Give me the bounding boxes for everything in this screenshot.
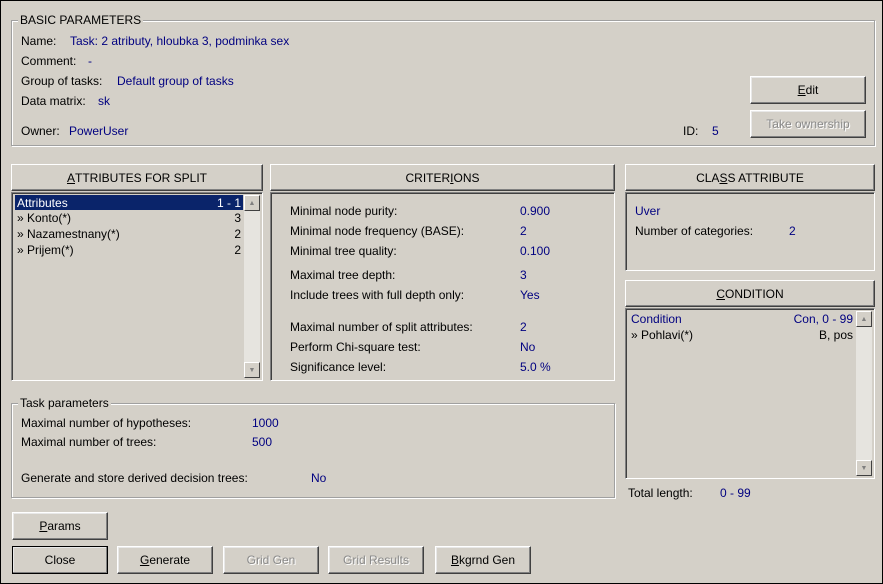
- criterion-value: 0.100: [520, 244, 551, 258]
- attribute-value: 2: [234, 226, 241, 241]
- attribute-name: Attributes: [17, 195, 68, 210]
- take-ownership-button[interactable]: Take ownership: [750, 110, 866, 138]
- attribute-value: 2: [234, 242, 241, 257]
- class-attribute-name: Uver: [635, 204, 661, 218]
- id-label: ID:: [683, 124, 699, 138]
- params-button[interactable]: Params: [12, 512, 108, 540]
- class-attribute-header[interactable]: CLA S S ATTRIBUTE: [625, 164, 875, 191]
- criterions-header-post: ONS: [453, 170, 480, 185]
- condition-scrollbar[interactable]: ▲ ▼: [856, 311, 872, 476]
- attribute-name: » Konto(*): [17, 210, 72, 225]
- grid-gen-button[interactable]: Grid Gen: [223, 546, 319, 574]
- edit-button[interactable]: Edit: [750, 76, 866, 104]
- categories-value: 2: [789, 224, 796, 238]
- criterion-label: Minimal node frequency (BASE):: [290, 224, 465, 238]
- bkgrnd-gen-button-post: kgrnd Gen: [458, 553, 516, 567]
- criterion-label: Minimal node purity:: [290, 204, 398, 218]
- attributes-list[interactable]: Attributes 1 - 1 » Konto(*) 3 » Nazamest…: [11, 192, 263, 381]
- attribute-value: 1 - 1: [216, 195, 241, 210]
- attribute-value: 3: [234, 210, 241, 225]
- condition-list[interactable]: Condition Con, 0 - 99 » Pohlavi(*) B, po…: [625, 308, 875, 479]
- criterion-value: 0.900: [520, 204, 551, 218]
- criterion-label: Minimal tree quality:: [290, 244, 397, 258]
- task-parameters-title: Task parameters: [18, 396, 111, 410]
- condition-list-header-row[interactable]: Condition Con, 0 - 99: [629, 311, 855, 326]
- attribute-name: » Nazamestnany(*): [17, 226, 120, 241]
- task-window: BASIC PARAMETERS Name: Task: 2 atributy,…: [0, 0, 883, 584]
- criterion-label: Perform Chi-square test:: [290, 340, 421, 354]
- condition-name: » Pohlavi(*): [631, 327, 694, 342]
- criterions-header-pre: CRITER: [405, 170, 451, 185]
- criterion-label: Maximal number of split attributes:: [290, 320, 473, 334]
- criterion-label: Significance level:: [290, 360, 387, 374]
- scroll-up-icon[interactable]: ▲: [856, 311, 872, 327]
- class-attribute-header-post: S ATTRIBUTE: [727, 170, 804, 185]
- total-length-value: 0 - 99: [720, 486, 751, 500]
- condition-header[interactable]: C ONDITION: [625, 280, 875, 307]
- bkgrnd-gen-button[interactable]: Bkgrnd Gen: [435, 546, 531, 574]
- generate-button[interactable]: Generate: [117, 546, 213, 574]
- criterion-value: 2: [520, 224, 527, 238]
- store-trees-value: No: [311, 471, 327, 485]
- criterion-value: 5.0 %: [520, 360, 551, 374]
- attributes-header-mnemonic: A: [66, 170, 75, 185]
- class-attribute-header-mnemonic: S: [719, 170, 728, 185]
- data-matrix-label: Data matrix:: [21, 94, 86, 108]
- bkgrnd-gen-button-mnemonic: B: [450, 553, 459, 567]
- scroll-down-icon[interactable]: ▼: [244, 362, 260, 378]
- comment-value: -: [88, 54, 92, 68]
- criterion-value: 3: [520, 268, 527, 282]
- criterion-label: Maximal tree depth:: [290, 268, 396, 282]
- owner-label: Owner:: [21, 124, 60, 138]
- scroll-up-icon[interactable]: ▲: [244, 195, 260, 211]
- condition-header-mnemonic: C: [716, 286, 725, 301]
- attributes-for-split-header[interactable]: A TTRIBUTES FOR SPLIT: [11, 164, 263, 191]
- basic-parameters-title: BASIC PARAMETERS: [18, 13, 144, 27]
- grid-results-button[interactable]: Grid Results: [328, 546, 424, 574]
- group-value: Default group of tasks: [117, 74, 234, 88]
- categories-label: Number of categories:: [635, 224, 754, 238]
- attributes-list-header-row[interactable]: Attributes 1 - 1: [15, 195, 243, 210]
- comment-label: Comment:: [21, 54, 77, 68]
- condition-value: Con, 0 - 99: [793, 311, 853, 326]
- params-button-post: arams: [47, 519, 81, 533]
- attributes-header-post: TTRIBUTES FOR SPLIT: [75, 170, 208, 185]
- max-trees-label: Maximal number of trees:: [21, 435, 157, 449]
- close-button[interactable]: Close: [12, 546, 108, 574]
- scroll-down-icon[interactable]: ▼: [856, 460, 872, 476]
- condition-value: B, pos: [818, 327, 853, 342]
- total-length-label: Total length:: [628, 486, 693, 500]
- list-item[interactable]: » Pohlavi(*) B, pos: [629, 327, 855, 342]
- criterion-value: 2: [520, 320, 527, 334]
- store-trees-label: Generate and store derived decision tree…: [21, 471, 248, 485]
- edit-button-mnemonic: E: [797, 83, 806, 97]
- data-matrix-value: sk: [98, 94, 110, 108]
- attribute-name: » Prijem(*): [17, 242, 74, 257]
- condition-header-post: ONDITION: [725, 286, 784, 301]
- owner-value: PowerUser: [69, 124, 129, 138]
- params-button-mnemonic: P: [39, 519, 48, 533]
- name-value: Task: 2 atributy, hloubka 3, podminka se…: [70, 34, 290, 48]
- id-value: 5: [712, 124, 719, 138]
- edit-button-label-post: dit: [805, 83, 819, 97]
- max-hypotheses-label: Maximal number of hypotheses:: [21, 416, 192, 430]
- class-attribute-header-pre: CLA: [696, 170, 720, 185]
- generate-button-post: enerate: [149, 553, 191, 567]
- criterion-value: Yes: [520, 288, 540, 302]
- criterion-label: Include trees with full depth only:: [290, 288, 465, 302]
- list-item[interactable]: » Nazamestnany(*) 2: [15, 226, 243, 241]
- list-item[interactable]: » Prijem(*) 2: [15, 242, 243, 257]
- max-trees-value: 500: [252, 435, 273, 449]
- list-item[interactable]: » Konto(*) 3: [15, 210, 243, 225]
- group-label: Group of tasks:: [21, 74, 103, 88]
- criterion-value: No: [520, 340, 536, 354]
- attributes-scrollbar[interactable]: ▲ ▼: [244, 195, 260, 378]
- max-hypotheses-value: 1000: [252, 416, 279, 430]
- generate-button-mnemonic: G: [139, 553, 150, 567]
- name-label: Name:: [21, 34, 57, 48]
- criterions-header[interactable]: CRITER I ONS: [270, 164, 615, 191]
- condition-name: Condition: [631, 311, 682, 326]
